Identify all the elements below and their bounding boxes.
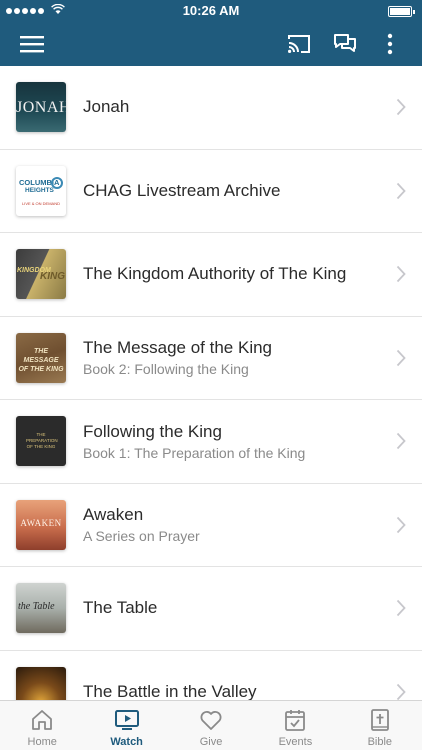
series-subtitle: Book 1: The Preparation of the King — [83, 444, 306, 461]
series-thumbnail: COLUMBIA HEIGHTS LIVE & ON DEMAND — [16, 165, 66, 216]
list-item[interactable]: THE PREPARATION OF THE KING Following th… — [0, 400, 422, 484]
tab-label: Events — [278, 736, 313, 748]
bible-cross-icon — [370, 709, 389, 731]
chevron-right-icon — [396, 349, 406, 366]
tab-label: Home — [27, 736, 57, 748]
cast-icon[interactable] — [285, 30, 313, 58]
chevron-right-icon — [396, 182, 406, 199]
chevron-right-icon — [396, 433, 406, 450]
list-item[interactable]: KINGDOM KING The Kingdom Authority of Th… — [0, 233, 422, 317]
list-item[interactable]: JONAH Jonah — [0, 66, 422, 150]
series-title: Awaken — [83, 505, 144, 525]
list-item[interactable]: COLUMBIA HEIGHTS LIVE & ON DEMAND CHAG L… — [0, 150, 422, 233]
series-thumbnail: KINGDOM KING — [16, 249, 66, 300]
more-vertical-icon[interactable] — [376, 30, 404, 58]
thumbnail-caption: THE MESSAGE OF THE KING — [18, 347, 64, 373]
hamburger-menu-icon[interactable] — [18, 30, 46, 58]
thumbnail-caption: HEIGHTS — [25, 186, 54, 194]
thumbnail-caption: KING — [40, 271, 65, 283]
list-item[interactable]: The Battle in the Valley — [0, 651, 422, 700]
calendar-check-icon — [285, 710, 306, 731]
series-list: JONAH Jonah COLUMBIA HEIGHTS LIVE & ON D… — [0, 66, 422, 700]
series-title: Following the King — [83, 421, 222, 441]
series-title: The Table — [83, 598, 158, 618]
chevron-right-icon — [396, 99, 406, 116]
status-bar: 10:26 AM — [0, 0, 422, 22]
home-icon — [32, 710, 53, 730]
app-bar — [0, 22, 422, 66]
chevron-right-icon — [396, 600, 406, 617]
tab-bar: Home Watch Give Events Bible — [0, 700, 422, 750]
tab-events[interactable]: Events — [253, 701, 337, 750]
tab-give[interactable]: Give — [169, 701, 253, 750]
series-thumbnail: the Table — [16, 583, 66, 634]
thumbnail-caption: JONAH — [16, 99, 66, 117]
series-title: CHAG Livestream Archive — [83, 180, 281, 200]
chat-bubbles-icon[interactable] — [331, 30, 359, 58]
list-item[interactable]: the Table The Table — [0, 567, 422, 651]
thumbnail-caption: THE PREPARATION OF THE KING — [26, 432, 58, 450]
thumbnail-caption: the Table — [18, 601, 55, 613]
thumbnail-caption: AWAKEN — [20, 517, 62, 528]
series-thumbnail: AWAKEN — [16, 499, 66, 550]
series-title: The Kingdom Authority of The King — [83, 264, 347, 284]
series-thumbnail: THE PREPARATION OF THE KING — [16, 416, 66, 467]
logo-mark — [51, 176, 63, 189]
series-title: The Battle in the Valley — [83, 681, 257, 700]
list-item[interactable]: AWAKEN Awaken A Series on Prayer — [0, 484, 422, 567]
chevron-right-icon — [396, 683, 406, 700]
series-thumbnail — [16, 666, 66, 700]
series-thumbnail: JONAH — [16, 82, 66, 133]
chevron-right-icon — [396, 266, 406, 283]
tab-label: Watch — [110, 736, 143, 748]
heart-icon — [200, 711, 222, 730]
tab-home[interactable]: Home — [0, 701, 84, 750]
list-item[interactable]: THE MESSAGE OF THE KING The Message of t… — [0, 317, 422, 400]
tab-label: Give — [199, 736, 223, 748]
series-title: Jonah — [83, 97, 130, 117]
tv-play-icon — [114, 710, 139, 730]
series-subtitle: Book 2: Following the King — [83, 361, 249, 378]
tab-watch[interactable]: Watch — [84, 701, 168, 750]
chevron-right-icon — [396, 516, 406, 533]
tab-bible[interactable]: Bible — [338, 701, 422, 750]
status-time: 10:26 AM — [182, 3, 240, 18]
tab-label: Bible — [367, 736, 393, 748]
series-title: The Message of the King — [83, 338, 273, 358]
battery-icon — [388, 6, 415, 17]
series-subtitle: A Series on Prayer — [83, 528, 200, 545]
thumbnail-caption: LIVE & ON DEMAND — [21, 200, 60, 206]
series-thumbnail: THE MESSAGE OF THE KING — [16, 332, 66, 383]
